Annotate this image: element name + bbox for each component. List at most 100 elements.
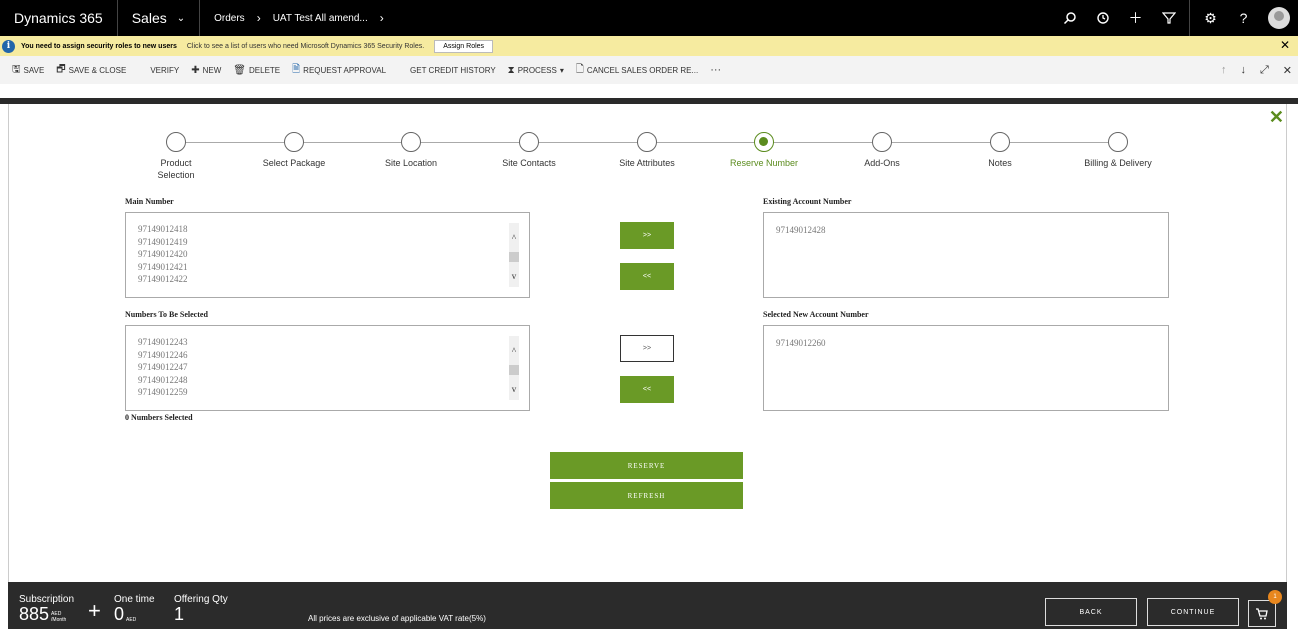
delete-button[interactable]: 🗑 DELETE xyxy=(233,65,280,76)
new-button[interactable]: ✚ NEW xyxy=(191,65,221,76)
list-item[interactable]: 97149012418 xyxy=(138,223,188,236)
step-site-attributes[interactable]: Site Attributes xyxy=(592,132,702,169)
move-right-button[interactable]: >> xyxy=(620,335,674,362)
step-label: Product Selection xyxy=(157,158,195,180)
history-icon[interactable] xyxy=(1086,0,1119,36)
scrollbar[interactable]: ^ v xyxy=(509,223,519,287)
close-icon[interactable]: ✕ xyxy=(1269,107,1284,128)
move-right-button[interactable]: >> xyxy=(620,222,674,249)
list-item[interactable]: 97149012246 xyxy=(138,349,188,362)
onetime-value: 0 xyxy=(114,604,125,624)
continue-button[interactable]: CONTINUE xyxy=(1147,598,1239,626)
step-product-selection[interactable]: Product Selection xyxy=(121,132,231,181)
selected-new-account-box[interactable]: 97149012260 xyxy=(763,325,1169,411)
security-notification-bar: i You need to assign security roles to n… xyxy=(0,36,1298,56)
arrow-up-icon[interactable]: ↑ xyxy=(1221,64,1227,76)
verify-label: VERIFY xyxy=(150,65,180,75)
step-site-contacts[interactable]: Site Contacts xyxy=(474,132,584,169)
process-icon: ⧗ xyxy=(507,64,515,76)
avatar[interactable] xyxy=(1268,7,1290,29)
save-label: SAVE xyxy=(23,65,45,75)
cart-icon[interactable] xyxy=(1248,600,1276,627)
notification-message[interactable]: Click to see a list of users who need Mi… xyxy=(187,43,424,50)
chevron-up-icon[interactable]: ^ xyxy=(512,346,516,356)
save-icon: 🖫 xyxy=(12,63,21,75)
gear-icon[interactable]: ⚙ xyxy=(1194,0,1227,36)
command-bar: 🖫 SAVE 🗗 SAVE & CLOSE VERIFY ✚ NEW 🗑 DELETE … xyxy=(0,56,1298,84)
move-left-button[interactable]: << xyxy=(620,376,674,403)
delete-label: DELETE xyxy=(249,65,281,75)
numbers-to-select-label: Numbers To Be Selected xyxy=(125,310,208,319)
search-icon[interactable] xyxy=(1053,0,1086,36)
assign-roles-button[interactable]: Assign Roles xyxy=(434,39,494,53)
scroll-thumb[interactable] xyxy=(509,252,519,262)
vat-note: All prices are exclusive of applicable V… xyxy=(308,614,486,623)
step-label: Notes xyxy=(988,158,1012,168)
save-close-button[interactable]: 🗗 SAVE & CLOSE xyxy=(56,62,126,79)
close-icon[interactable]: ✕ xyxy=(1280,38,1290,52)
process-button[interactable]: ⧗ PROCESS ▾ xyxy=(508,65,564,76)
expand-icon[interactable]: ⤢ xyxy=(1260,64,1269,77)
request-approval-button[interactable]: 🗎 REQUEST APPROVAL xyxy=(292,62,386,79)
step-circle xyxy=(284,132,304,152)
reserve-button[interactable]: RESERVE xyxy=(550,452,743,479)
step-select-package[interactable]: Select Package xyxy=(239,132,349,169)
breadcrumb-record[interactable]: UAT Test All amend... xyxy=(273,13,368,24)
save-close-label: SAVE & CLOSE xyxy=(68,65,127,75)
refresh-button[interactable]: REFRESH xyxy=(550,482,743,509)
numbers-to-select-list[interactable]: 97149012243 97149012246 97149012247 9714… xyxy=(125,325,530,411)
get-credit-history-button[interactable]: GET CREDIT HISTORY xyxy=(410,66,496,75)
verify-button[interactable]: VERIFY xyxy=(150,66,179,75)
more-options-icon[interactable]: ··· xyxy=(710,64,721,76)
get-credit-history-label: GET CREDIT HISTORY xyxy=(410,65,496,75)
breadcrumb: Orders › UAT Test All amend... › xyxy=(200,11,384,25)
list-item[interactable]: 97149012420 xyxy=(138,248,188,261)
breadcrumb-orders[interactable]: Orders xyxy=(214,13,245,24)
list-item[interactable]: 97149012422 xyxy=(138,273,188,286)
chevron-down-icon[interactable]: v xyxy=(512,271,517,281)
step-site-location[interactable]: Site Location xyxy=(356,132,466,169)
list-item[interactable]: 97149012419 xyxy=(138,236,188,249)
filter-icon[interactable] xyxy=(1152,0,1185,36)
back-button[interactable]: BACK xyxy=(1045,598,1137,626)
onetime-block: One time 0 AED xyxy=(114,594,155,623)
step-circle xyxy=(990,132,1010,152)
nav-divider xyxy=(1189,0,1190,36)
help-icon[interactable]: ? xyxy=(1227,0,1260,36)
chevron-up-icon[interactable]: ^ xyxy=(512,233,516,243)
chevron-down-icon[interactable]: v xyxy=(512,384,517,394)
nav-icons: ＋ ⚙ ? xyxy=(1053,0,1298,36)
step-add-ons[interactable]: Add-Ons xyxy=(827,132,937,169)
save-button[interactable]: 🖫 SAVE xyxy=(12,62,44,79)
process-label: PROCESS xyxy=(517,65,557,75)
cancel-sales-order-button[interactable]: 🗋 CANCEL SALES ORDER RE... xyxy=(576,62,698,79)
list-item[interactable]: 97149012243 xyxy=(138,336,188,349)
existing-account-box[interactable]: 97149012428 xyxy=(763,212,1169,298)
step-circle xyxy=(637,132,657,152)
move-left-button[interactable]: << xyxy=(620,263,674,290)
step-label: Site Location xyxy=(384,158,438,168)
brand-title[interactable]: Dynamics 365 xyxy=(0,0,118,36)
save-close-icon: 🗗 xyxy=(56,63,66,75)
offering-qty-block: Offering Qty 1 xyxy=(174,594,228,623)
arrow-down-icon[interactable]: ↓ xyxy=(1240,64,1246,76)
step-label: Reserve Number xyxy=(729,158,799,168)
list-item[interactable]: 97149012259 xyxy=(138,386,188,399)
scrollbar[interactable]: ^ v xyxy=(509,336,519,400)
app-switcher[interactable]: Sales ⌄ xyxy=(118,0,201,36)
list-item[interactable]: 97149012248 xyxy=(138,374,188,387)
list-item[interactable]: 97149012421 xyxy=(138,261,188,274)
close-form-icon[interactable]: ✕ xyxy=(1283,64,1292,77)
list-item[interactable]: 97149012247 xyxy=(138,361,188,374)
step-label: Add-Ons xyxy=(864,158,900,168)
chevron-right-icon[interactable]: › xyxy=(380,11,384,25)
step-reserve-number[interactable]: Reserve Number xyxy=(709,132,819,169)
step-billing-delivery[interactable]: Billing & Delivery xyxy=(1063,132,1173,169)
onetime-currency: AED xyxy=(126,617,137,623)
step-notes[interactable]: Notes xyxy=(945,132,1055,169)
main-number-list[interactable]: 97149012418 97149012419 97149012420 9714… xyxy=(125,212,530,298)
subscription-period: /Month xyxy=(51,617,67,623)
add-icon[interactable]: ＋ xyxy=(1119,0,1152,36)
pricing-footer: Subscription 885 AED/Month + One time 0 … xyxy=(8,582,1287,629)
scroll-thumb[interactable] xyxy=(509,365,519,375)
